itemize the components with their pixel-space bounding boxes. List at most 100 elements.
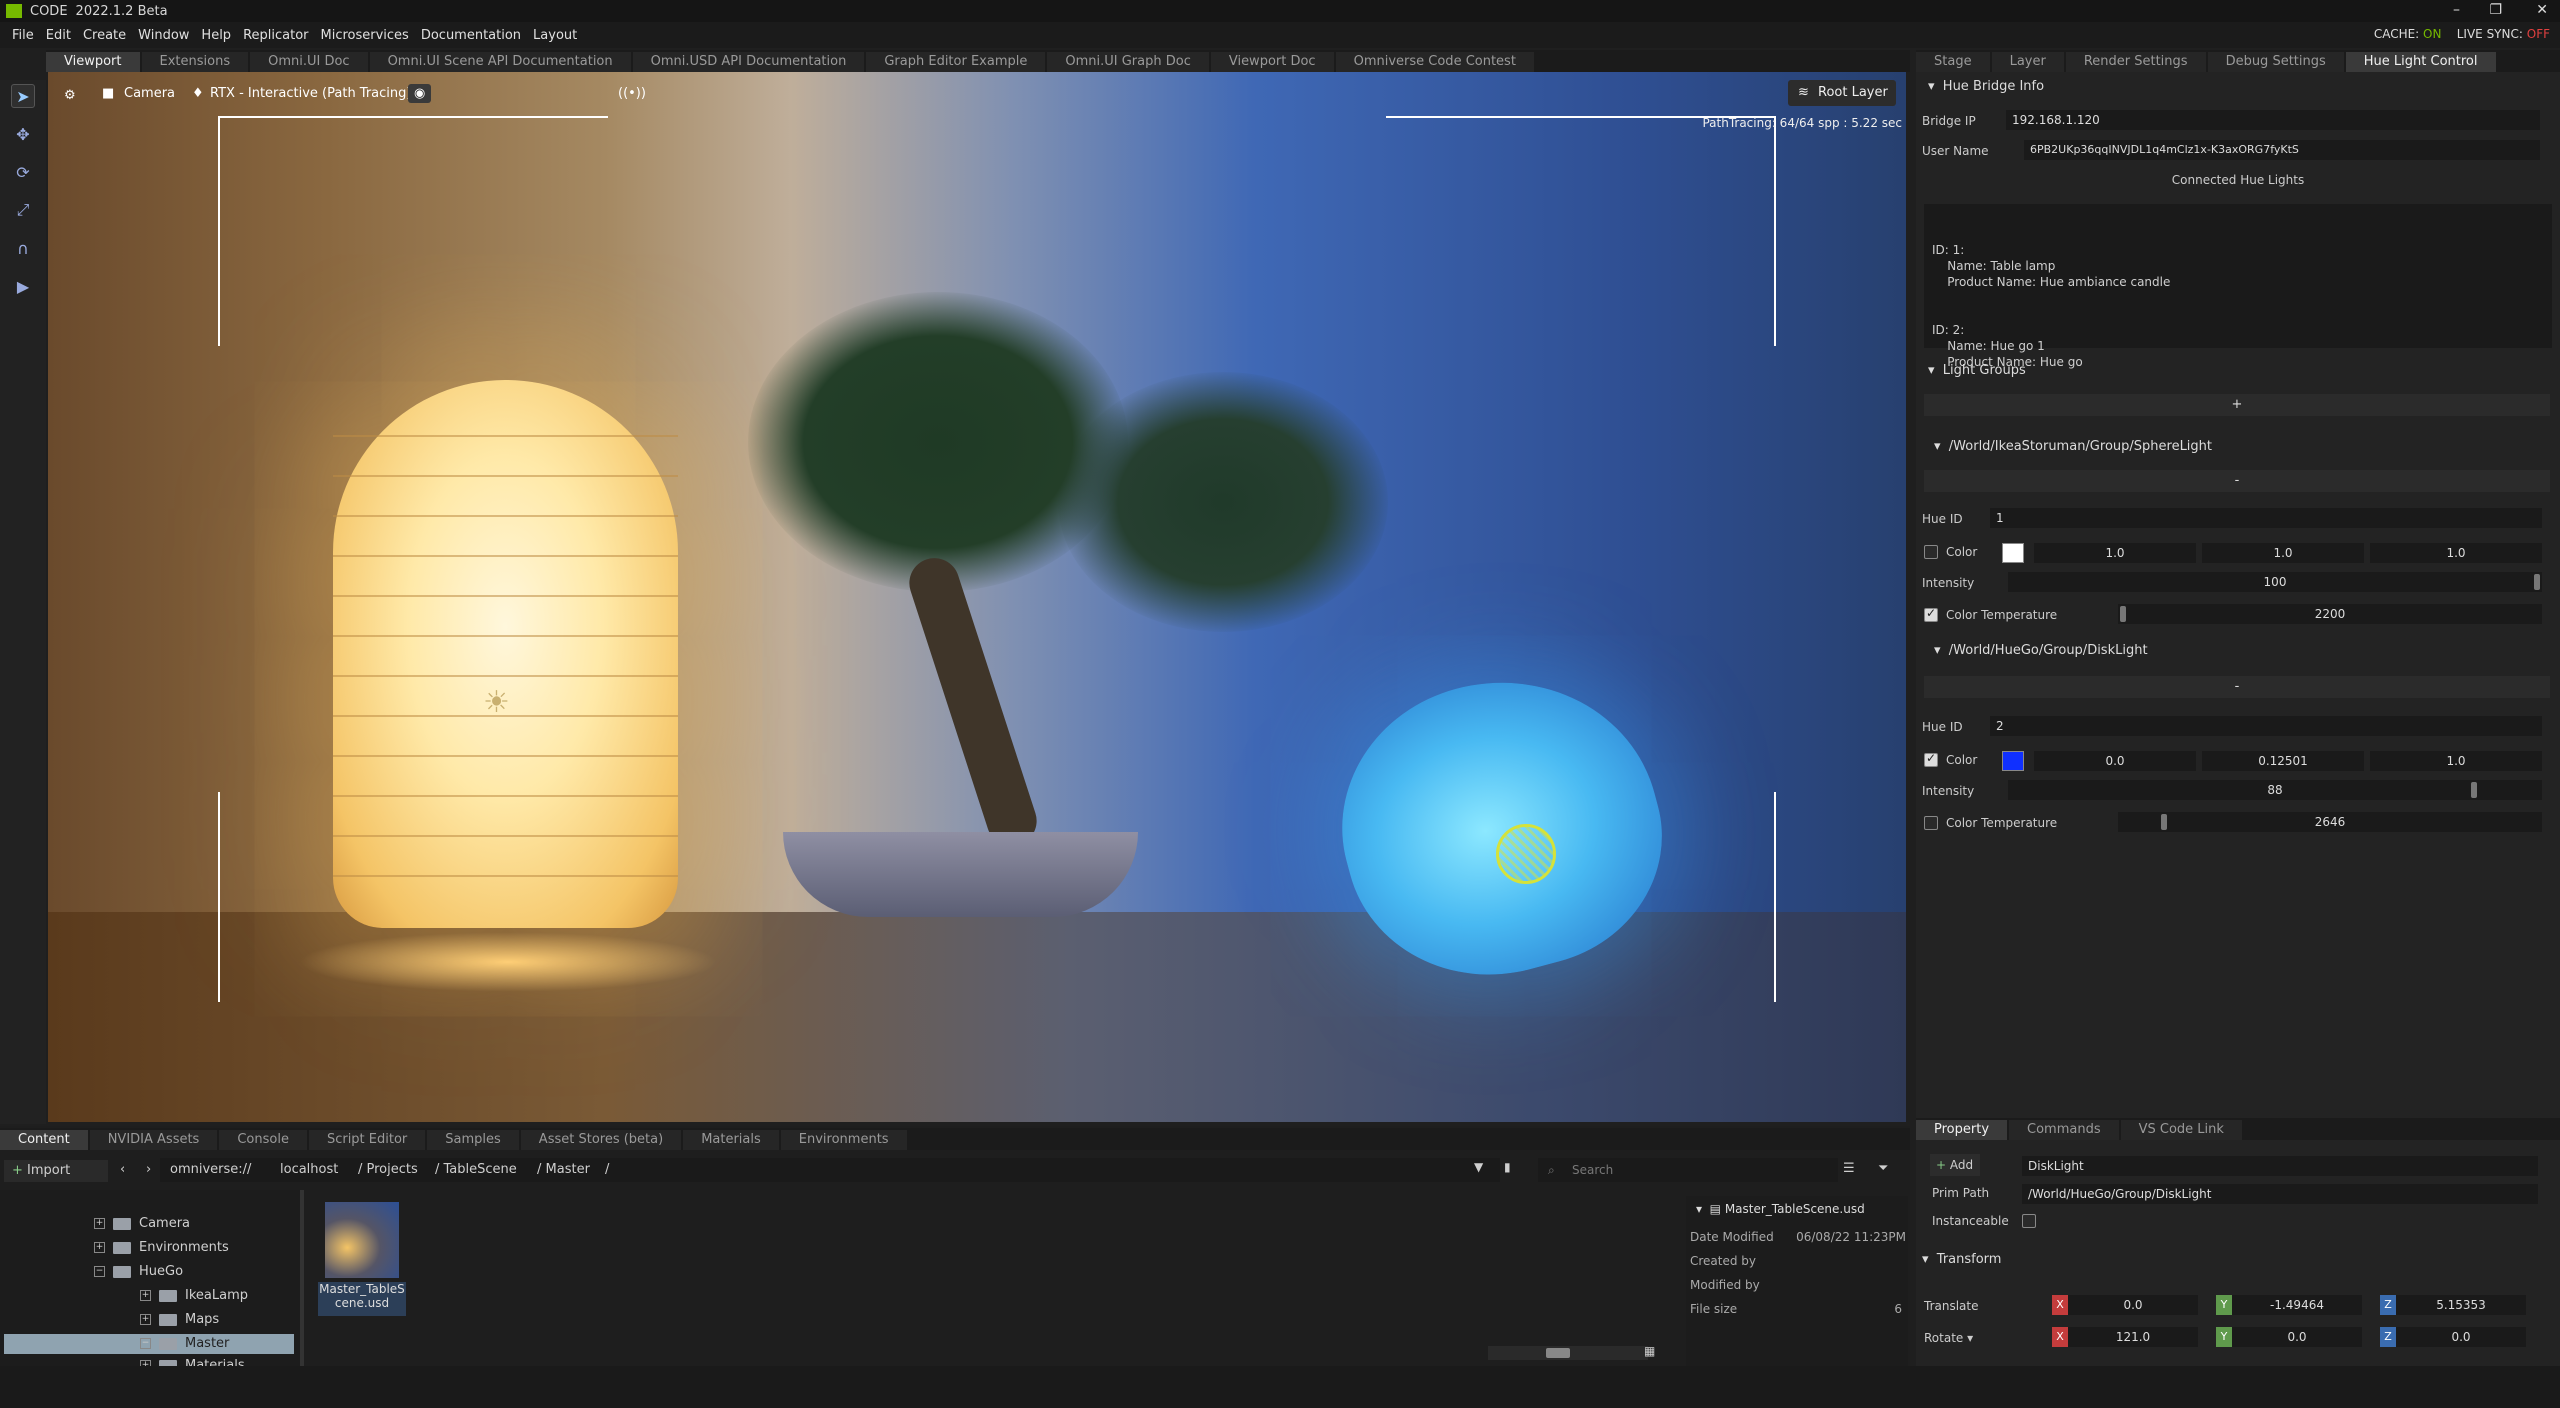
light-gizmo-icon[interactable]	[1496, 824, 1556, 884]
root-layer-button[interactable]: ≋ Root Layer	[1788, 80, 1896, 106]
group1-intensity-slider[interactable]: 100	[2008, 572, 2542, 592]
scale-icon[interactable]: ⤢	[11, 198, 35, 222]
group2-color-checkbox[interactable]	[1924, 751, 1938, 767]
tab-layer[interactable]: Layer	[1991, 52, 2064, 72]
snap-icon[interactable]: ∩	[11, 236, 35, 260]
filter-dropdown-icon[interactable]: ▼	[1474, 1160, 1483, 1174]
bridge-ip-field[interactable]: 192.168.1.120	[2006, 110, 2540, 130]
tab-hue-light-control[interactable]: Hue Light Control	[2345, 52, 2496, 72]
tree-item-ikealamp[interactable]: + IkeaLamp	[140, 1286, 248, 1306]
group2-hue-id-field[interactable]: 2	[1990, 716, 2542, 736]
group1-color-g[interactable]: 1.0	[2202, 543, 2364, 563]
group1-color-r[interactable]: 1.0	[2034, 543, 2196, 563]
path-root[interactable]: /	[605, 1162, 609, 1177]
menu-file[interactable]: File	[12, 28, 34, 43]
tree-item-environments[interactable]: + Environments	[94, 1238, 229, 1258]
rotate-icon[interactable]: ⟳	[11, 160, 35, 184]
path-localhost[interactable]: localhost	[280, 1162, 338, 1177]
camera-icon[interactable]: ■	[102, 86, 114, 101]
group1-hue-id-field[interactable]: 1	[1990, 508, 2542, 528]
group2-color-b[interactable]: 1.0	[2370, 751, 2542, 771]
menu-edit[interactable]: Edit	[46, 28, 71, 43]
instanceable-checkbox[interactable]	[2022, 1214, 2036, 1228]
group1-color-b[interactable]: 1.0	[2370, 543, 2542, 563]
tab-code-contest[interactable]: Omniverse Code Contest	[1335, 52, 1534, 72]
rotate-label[interactable]: Rotate ▾	[1924, 1331, 1973, 1345]
user-name-field[interactable]: 6PB2UKp36qqINVJDL1q4mClz1x-K3axORG7fyKtS	[2024, 140, 2540, 160]
file-thumbnail-label[interactable]: Master_TableScene.usd	[318, 1282, 406, 1316]
tab-nvidia-assets[interactable]: NVIDIA Assets	[89, 1130, 218, 1150]
remove-group1-button[interactable]: -	[1924, 470, 2550, 492]
group2-color-g[interactable]: 0.12501	[2202, 751, 2364, 771]
bookmark-icon[interactable]: ▮	[1504, 1160, 1511, 1174]
group1-header[interactable]: ▾ /World/IkeaStoruman/Group/SphereLight	[1916, 436, 2560, 458]
menu-help[interactable]: Help	[201, 28, 231, 43]
translate-z-field[interactable]: 5.15353	[2396, 1295, 2526, 1315]
bridge-info-header[interactable]: ▾ Hue Bridge Info	[1916, 76, 2560, 98]
tab-graph-editor-example[interactable]: Graph Editor Example	[866, 52, 1046, 72]
settings-gear-icon[interactable]: ⚙	[64, 88, 76, 103]
path-tablescene[interactable]: / TableScene	[435, 1162, 517, 1177]
eye-icon[interactable]: ◉	[408, 84, 432, 103]
menu-replicator[interactable]: Replicator	[243, 28, 308, 43]
tab-stage[interactable]: Stage	[1916, 52, 1990, 72]
path-omniverse[interactable]: omniverse://	[170, 1162, 251, 1177]
tab-omni-ui-graph-doc[interactable]: Omni.UI Graph Doc	[1047, 52, 1209, 72]
tab-property[interactable]: Property	[1916, 1120, 2008, 1140]
tree-item-maps[interactable]: + Maps	[140, 1310, 219, 1330]
add-group-button[interactable]: +	[1924, 394, 2550, 416]
group2-color-r[interactable]: 0.0	[2034, 751, 2196, 771]
prim-name-field[interactable]: DiskLight	[2022, 1156, 2538, 1176]
group1-temp-checkbox[interactable]	[1924, 606, 1938, 622]
tab-render-settings[interactable]: Render Settings	[2065, 52, 2206, 72]
tab-vs-code-link[interactable]: VS Code Link	[2120, 1120, 2242, 1140]
close-icon[interactable]: ✕	[2536, 2, 2548, 18]
tree-item-materials[interactable]: + Materials	[140, 1356, 245, 1366]
camera-menu[interactable]: Camera	[124, 86, 175, 101]
tab-console[interactable]: Console	[219, 1130, 307, 1150]
light-groups-header[interactable]: ▾ Light Groups	[1916, 360, 2560, 382]
tab-omni-ui-doc[interactable]: Omni.UI Doc	[250, 52, 368, 72]
forward-icon[interactable]: ›	[146, 1162, 151, 1177]
move-icon[interactable]: ✥	[11, 122, 35, 146]
rotate-y-field[interactable]: 0.0	[2232, 1327, 2362, 1347]
tab-omni-usd-api[interactable]: Omni.USD API Documentation	[632, 52, 865, 72]
group2-temp-slider[interactable]: 2646	[2118, 812, 2542, 832]
tab-samples[interactable]: Samples	[427, 1130, 519, 1150]
back-icon[interactable]: ‹	[120, 1162, 125, 1177]
group2-intensity-slider[interactable]: 88	[2008, 780, 2542, 800]
group2-header[interactable]: ▾ /World/HueGo/Group/DiskLight	[1916, 640, 2560, 662]
group2-temp-checkbox[interactable]	[1924, 816, 1938, 830]
tab-viewport[interactable]: Viewport	[46, 52, 140, 72]
tab-debug-settings[interactable]: Debug Settings	[2207, 52, 2344, 72]
group1-temp-slider[interactable]: 2200	[2118, 604, 2542, 624]
search-input[interactable]: Search	[1538, 1158, 1838, 1182]
broadcast-icon[interactable]: ((•))	[618, 86, 646, 101]
tab-script-editor[interactable]: Script Editor	[308, 1130, 426, 1150]
import-button[interactable]: + Import	[4, 1160, 108, 1182]
menu-create[interactable]: Create	[83, 28, 126, 43]
menu-microservices[interactable]: Microservices	[321, 28, 409, 43]
restore-icon[interactable]: ❐	[2489, 2, 2502, 18]
translate-y-field[interactable]: -1.49464	[2232, 1295, 2362, 1315]
menu-documentation[interactable]: Documentation	[421, 28, 521, 43]
tree-item-camera[interactable]: + Camera	[94, 1214, 190, 1234]
grid-view-icon[interactable]: ▦	[1644, 1344, 1655, 1358]
filter-icon[interactable]: ⏷	[1878, 1161, 1888, 1176]
tab-content[interactable]: Content	[0, 1130, 88, 1150]
tab-environments[interactable]: Environments	[780, 1130, 907, 1150]
transform-header[interactable]: ▾ Transform	[1922, 1252, 2001, 1267]
select-icon[interactable]: ➤	[11, 84, 35, 108]
rotate-z-field[interactable]: 0.0	[2396, 1327, 2526, 1347]
tab-viewport-doc[interactable]: Viewport Doc	[1210, 52, 1334, 72]
tab-commands[interactable]: Commands	[2009, 1120, 2119, 1140]
group2-color-swatch[interactable]	[2002, 751, 2024, 771]
prim-path-field[interactable]: /World/HueGo/Group/DiskLight	[2022, 1184, 2538, 1204]
path-projects[interactable]: / Projects	[358, 1162, 418, 1177]
tree-item-master[interactable]: − Master	[4, 1334, 294, 1354]
tree-splitter[interactable]	[300, 1190, 304, 1366]
tab-extensions[interactable]: Extensions	[141, 52, 249, 72]
renderer-menu[interactable]: RTX - Interactive (Path Tracing)	[210, 86, 411, 101]
translate-x-field[interactable]: 0.0	[2068, 1295, 2198, 1315]
rotate-x-field[interactable]: 121.0	[2068, 1327, 2198, 1347]
